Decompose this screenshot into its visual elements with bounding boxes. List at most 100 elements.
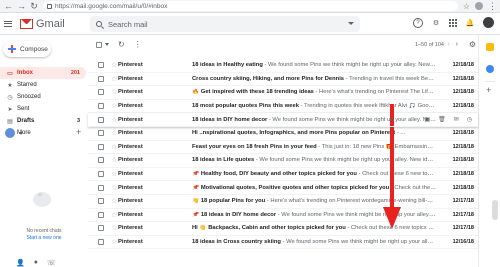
sidebar-item-starred[interactable]: ★ Starred xyxy=(0,79,86,91)
send-icon: ➤ xyxy=(7,106,13,113)
row-checkbox[interactable] xyxy=(98,198,104,205)
star-icon[interactable]: ☆ xyxy=(111,156,117,164)
email-subject: 18 ideas in Healthy eating xyxy=(192,62,263,69)
star-icon[interactable]: ☆ xyxy=(111,116,117,124)
email-date: 12/18/18 xyxy=(452,75,474,82)
profile-icon[interactable] xyxy=(475,2,483,10)
scrollbar[interactable] xyxy=(492,200,498,220)
delete-icon[interactable]: 🗑 xyxy=(438,116,446,123)
row-checkbox[interactable] xyxy=(98,157,104,164)
email-row[interactable]: ☆ Pinterest 18 ideas in Life quotes - We f… xyxy=(88,154,478,168)
email-row[interactable]: ☆ Pinterest 👋 18 popular Pins for you - He… xyxy=(88,195,478,209)
sidebar-item-inbox[interactable]: ▭ Inbox 201 xyxy=(0,67,86,79)
email-row[interactable]: ☆ Pinterest 18 ideas in Cross country skii… xyxy=(88,236,478,250)
next-page-icon[interactable]: › xyxy=(456,41,458,48)
email-content: 18 ideas in DIY home decor - We found so… xyxy=(192,117,436,123)
search-input[interactable] xyxy=(108,19,308,29)
star-icon[interactable]: ☆ xyxy=(111,102,117,110)
row-checkbox[interactable] xyxy=(98,103,104,110)
gmail-logo[interactable]: Gmail xyxy=(20,18,65,30)
star-icon[interactable]: ☆ xyxy=(111,197,117,205)
row-checkbox[interactable] xyxy=(98,130,104,137)
more-options-icon[interactable]: ⋮ xyxy=(134,40,142,49)
email-sender: Pinterest xyxy=(118,143,143,150)
email-row[interactable]: ☆ Pinterest 📌 18 ideas in DIY home decor -… xyxy=(88,209,478,223)
row-checkbox[interactable] xyxy=(98,143,104,150)
email-row[interactable]: ☆ Pinterest 18 ideas in Healthy eating - W… xyxy=(88,59,478,73)
get-addons-plus-icon[interactable]: + xyxy=(486,85,491,95)
address-bar[interactable]: https://mail.google.com/mail/u/0/#inbox xyxy=(43,1,458,11)
row-checkbox[interactable] xyxy=(98,225,104,232)
star-icon[interactable]: ☆ xyxy=(111,170,117,178)
settings-gear-icon[interactable]: ⚙ xyxy=(431,18,441,28)
email-snippet: - Here's what's trending on Pinterest Th… xyxy=(315,89,436,96)
lock-icon xyxy=(47,3,52,9)
star-icon[interactable]: ☆ xyxy=(111,143,117,151)
archive-icon[interactable]: ▣ xyxy=(424,116,430,123)
hangouts-user[interactable] xyxy=(5,128,23,138)
row-checkbox[interactable] xyxy=(98,239,104,246)
email-row[interactable]: ☆ Pinterest Feast your eyes on 18 fresh Pi… xyxy=(88,141,478,155)
star-icon[interactable]: ☆ xyxy=(111,238,117,246)
email-row[interactable]: ☆ Pinterest 📌 Motivational quotes, Positiv… xyxy=(88,181,478,195)
snooze-icon[interactable]: ◷ xyxy=(467,116,472,123)
contacts-icon[interactable]: 👤 xyxy=(16,259,25,267)
star-icon[interactable]: ☆ xyxy=(111,224,117,232)
star-icon[interactable]: ☆ xyxy=(111,75,117,83)
notifications-icon[interactable]: 🔔 xyxy=(465,18,475,28)
start-new-chat-link[interactable]: Start a new one xyxy=(0,235,88,241)
hangouts-icon[interactable]: ● xyxy=(34,259,38,267)
main-menu-icon[interactable] xyxy=(4,20,12,27)
tasks-icon[interactable] xyxy=(486,65,494,73)
search-bar[interactable] xyxy=(90,16,360,32)
sidebar-item-drafts[interactable]: ▤ Drafts 3 xyxy=(0,115,86,127)
email-date: 12/18/18 xyxy=(452,157,474,164)
sidebar-item-label: Starred xyxy=(17,82,37,88)
email-row[interactable]: ☆ Pinterest 18 ideas in DIY home decor - W… xyxy=(88,113,478,127)
refresh-icon[interactable]: ↻ xyxy=(118,40,125,49)
star-icon[interactable]: ☆ xyxy=(111,88,117,96)
row-checkbox[interactable] xyxy=(98,171,104,178)
apps-grid-icon[interactable] xyxy=(449,18,457,27)
account-avatar[interactable] xyxy=(483,17,494,28)
email-sender: Pinterest xyxy=(118,225,143,232)
help-icon[interactable]: ? xyxy=(413,17,423,28)
compose-button[interactable]: Compose xyxy=(3,41,51,57)
row-checkbox[interactable] xyxy=(98,75,104,82)
email-row[interactable]: ☆ Pinterest Hi 👋 Backpacks, Cabin and othe… xyxy=(88,222,478,236)
select-all-checkbox[interactable] xyxy=(96,41,102,48)
reload-icon[interactable]: ↻ xyxy=(30,0,38,13)
sidebar-item-snoozed[interactable]: ◷ Snoozed xyxy=(0,91,86,103)
star-icon[interactable]: ☆ xyxy=(111,129,117,137)
sidebar-item-sent[interactable]: ➤ Sent xyxy=(0,103,86,115)
star-icon[interactable]: ☆ xyxy=(111,61,117,69)
star-icon[interactable]: ☆ xyxy=(111,211,117,219)
search-options-icon[interactable] xyxy=(348,22,354,25)
row-checkbox[interactable] xyxy=(98,89,104,96)
row-checkbox[interactable] xyxy=(98,62,104,69)
new-chat-plus-icon[interactable]: + xyxy=(76,127,81,137)
row-checkbox[interactable] xyxy=(98,211,104,218)
email-row[interactable]: ☆ Pinterest Hi ..nspirational quotes, Info… xyxy=(88,127,478,141)
mark-read-icon[interactable]: ✉ xyxy=(454,116,459,123)
email-row[interactable]: ☆ Pinterest Cross country skiing, Hiking, … xyxy=(88,73,478,87)
email-row[interactable]: ☆ Pinterest 🔥 Get inspired with these 18 t… xyxy=(88,86,478,100)
back-icon[interactable]: ← xyxy=(4,0,13,13)
search-icon[interactable] xyxy=(96,21,102,27)
browser-menu-icon[interactable]: ⋮ xyxy=(488,0,497,13)
pagination-text: 1–50 of 104 xyxy=(414,41,444,48)
forward-icon[interactable]: → xyxy=(17,0,26,13)
email-row[interactable]: ☆ Pinterest 📌 Healthy food, DIY beauty and… xyxy=(88,168,478,182)
row-checkbox[interactable] xyxy=(98,184,104,191)
row-checkbox[interactable] xyxy=(98,116,104,123)
keep-icon[interactable] xyxy=(486,43,494,51)
email-row[interactable]: ☆ Pinterest 18 most popular quotes Pins th… xyxy=(88,100,478,114)
star-icon[interactable]: ☆ xyxy=(111,184,117,192)
phone-icon[interactable]: ☏ xyxy=(47,259,56,267)
list-settings-icon[interactable]: ⚙ xyxy=(469,40,476,49)
bookmark-star-icon[interactable]: ☆ xyxy=(463,2,470,11)
email-date: 12/17/18 xyxy=(452,198,474,205)
email-content: 📌 18 ideas in DIY home decor - We found … xyxy=(192,212,436,218)
select-options-icon[interactable] xyxy=(105,43,109,46)
prev-page-icon[interactable]: ‹ xyxy=(447,41,449,48)
